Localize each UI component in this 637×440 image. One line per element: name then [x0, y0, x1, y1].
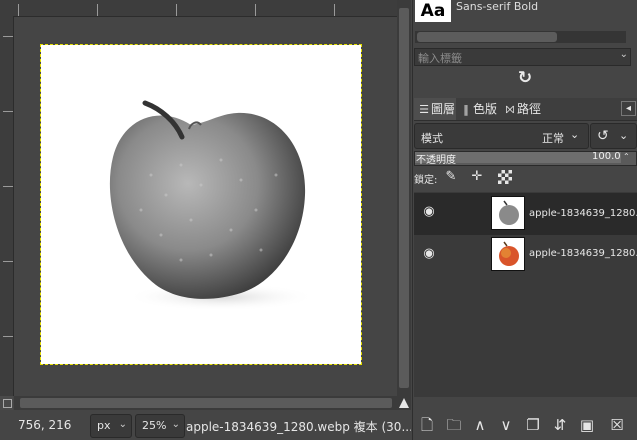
ruler-tick — [176, 4, 177, 16]
layer-name[interactable]: apple-1834639_1280.webp — [529, 208, 637, 219]
merge-layer-button[interactable]: ⇵ — [550, 414, 570, 436]
zoom-select[interactable]: 25% ⌄ — [135, 414, 185, 438]
delete-layer-button[interactable]: ☒ — [607, 414, 627, 436]
new-layer-group-button[interactable]: 🗀 — [444, 414, 464, 436]
ruler-tick — [3, 336, 13, 337]
merge-down-icon: ⇵ — [553, 416, 567, 434]
vertical-ruler[interactable] — [0, 16, 14, 396]
tab-paths[interactable]: ⨝ 路徑 — [500, 98, 546, 120]
new-layer-icon: 🗋 — [420, 416, 434, 434]
chevron-down-icon: ∨ — [500, 416, 512, 434]
layer-thumbnail-color — [491, 237, 525, 271]
ruler-tick — [334, 4, 335, 16]
pointer-coordinates: 756, 216 — [18, 418, 72, 432]
quick-mask-toggle[interactable] — [0, 396, 13, 410]
tab-layers-label: 圖層 — [431, 102, 456, 116]
layer-mask-button[interactable]: ▣ — [577, 414, 597, 436]
paths-icon: ⨝ — [505, 103, 515, 116]
lower-layer-button[interactable]: ∨ — [496, 414, 516, 436]
layer-thumbnail-grayscale — [491, 196, 525, 230]
zoom-value: 25% — [142, 419, 167, 432]
triangle-left-icon: ◂ — [625, 103, 632, 114]
tab-channels[interactable]: ‖ 色版 — [456, 98, 500, 120]
ruler-tick — [97, 4, 98, 16]
opacity-label: 不透明度 — [416, 155, 456, 166]
move-icon: ✛ — [471, 169, 483, 184]
font-list-scrollbar-thumb[interactable] — [417, 32, 557, 42]
delete-icon: ☒ — [610, 416, 624, 434]
quick-mask-icon — [3, 399, 12, 408]
mask-icon: ▣ — [579, 416, 595, 434]
navigate-button[interactable] — [397, 396, 411, 410]
ruler-tick — [255, 4, 256, 16]
raise-layer-button[interactable]: ∧ — [470, 414, 490, 436]
chevron-down-icon: ⌄ — [619, 129, 629, 142]
tag-filter-input[interactable]: 輸入標籤 ⌄ — [414, 48, 631, 66]
dock-menu-button[interactable]: ◂ — [621, 101, 636, 116]
ruler-tick — [3, 36, 13, 37]
apple-thumbnail — [499, 200, 519, 225]
opacity-value[interactable]: 100.0 — [592, 151, 621, 162]
visibility-eye-icon[interactable]: ◉ — [419, 246, 439, 261]
opacity-spin-icon[interactable]: ⌃ — [623, 152, 630, 161]
duplicate-layer-button[interactable]: ❐ — [523, 414, 543, 436]
lock-label: 鎖定: — [414, 175, 438, 186]
lock-alpha-button[interactable] — [496, 168, 514, 186]
chevron-down-icon: ⌄ — [118, 419, 127, 430]
brush-icon: ✎ — [445, 169, 457, 184]
ruler-tick — [3, 111, 13, 112]
lock-pixels-button[interactable]: ✎ — [442, 168, 460, 186]
font-name[interactable]: Sans-serif Bold — [456, 0, 538, 13]
image-canvas[interactable] — [40, 44, 362, 365]
font-preview[interactable]: Aa — [415, 0, 451, 22]
unit-select[interactable]: px ⌄ — [90, 414, 132, 438]
navigate-icon — [399, 398, 409, 408]
new-layer-button[interactable]: 🗋 — [417, 414, 437, 436]
checkerboard-icon — [498, 170, 512, 184]
horizontal-scrollbar-thumb[interactable] — [20, 398, 392, 408]
chevron-down-icon: ⌄ — [570, 128, 580, 141]
tab-channels-label: 色版 — [473, 102, 498, 116]
apple-image — [109, 100, 316, 311]
visibility-eye-icon[interactable]: ◉ — [419, 204, 439, 219]
mode-reset-button[interactable]: ↺ ⌄ — [590, 123, 637, 149]
tag-filter-placeholder: 輸入標籤 — [418, 52, 462, 65]
channels-icon: ‖ — [463, 103, 469, 116]
unit-value: px — [97, 419, 111, 432]
ruler-tick — [18, 4, 19, 16]
layers-icon: ☰ — [419, 103, 429, 116]
tab-paths-label: 路徑 — [517, 102, 542, 116]
mode-label: 模式 — [421, 132, 443, 145]
horizontal-ruler[interactable] — [0, 0, 411, 17]
refresh-icon: ↻ — [517, 68, 533, 88]
chevron-up-icon: ∧ — [474, 416, 486, 434]
chevron-down-icon: ⌄ — [171, 419, 180, 430]
tab-layers[interactable]: ☰ 圖層 — [414, 98, 456, 120]
ruler-tick — [3, 261, 13, 262]
apple-thumbnail — [499, 241, 519, 266]
status-message: apple-1834639_1280.webp 複本 (30... — [186, 420, 411, 434]
lock-position-button[interactable]: ✛ — [468, 168, 486, 186]
layer-name[interactable]: apple-1834639_1280.webp — [529, 248, 637, 259]
reset-icon: ↺ — [597, 128, 609, 144]
mode-value: 正常 — [542, 132, 564, 145]
vertical-scrollbar-thumb[interactable] — [399, 8, 409, 388]
new-folder-icon: 🗀 — [446, 416, 462, 434]
chevron-down-icon[interactable]: ⌄ — [620, 49, 628, 60]
ruler-tick — [3, 186, 13, 187]
duplicate-icon: ❐ — [526, 416, 540, 434]
refresh-fonts-button[interactable]: ↻ — [513, 66, 537, 90]
